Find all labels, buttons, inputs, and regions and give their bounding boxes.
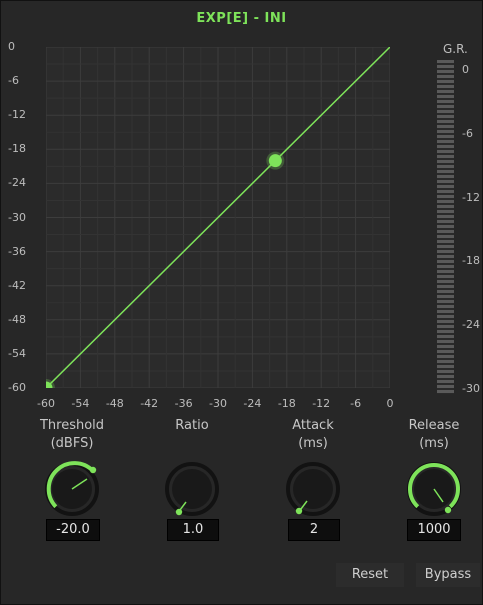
gr-tick-label: -12: [462, 190, 480, 204]
release-label: Release: [408, 418, 460, 433]
y-tick-label: -18: [8, 142, 26, 156]
threshold-knob[interactable]: [43, 460, 101, 518]
y-tick-label: -30: [8, 210, 26, 224]
attack-label: Attack: [292, 418, 334, 433]
x-tick-label: 0: [386, 397, 394, 410]
y-tick-label: -48: [8, 312, 26, 326]
x-tick-label: -18: [277, 397, 296, 410]
x-tick-label: -48: [105, 397, 124, 410]
gr-tick-label: -18: [462, 254, 480, 268]
x-tick-label: -24: [243, 397, 262, 410]
gr-meter-title: G.R.: [443, 42, 468, 56]
x-tick-label: -54: [71, 397, 90, 410]
x-tick-label: -12: [312, 397, 331, 410]
y-tick-label: -36: [8, 244, 26, 258]
attack-value[interactable]: 2: [288, 519, 340, 541]
gr-tick-label: -24: [462, 318, 480, 332]
gr-tick-label: 0: [462, 63, 469, 76]
release-knob[interactable]: [405, 460, 463, 518]
ratio-label: Ratio: [175, 418, 209, 433]
reset-button[interactable]: Reset: [336, 563, 404, 587]
threshold-value[interactable]: -20.0: [46, 519, 100, 541]
x-tick-label: -6: [350, 397, 362, 410]
x-tick-label: -42: [140, 397, 159, 410]
x-tick-label: -30: [209, 397, 227, 410]
release-unit: (ms): [419, 436, 449, 451]
y-tick-label: -54: [8, 346, 26, 360]
attack-knob[interactable]: [284, 460, 342, 518]
y-tick-label: -6: [8, 74, 19, 88]
gr-tick-label: -30: [462, 382, 480, 395]
gain-reduction-meter: [437, 60, 454, 394]
y-tick-label: -12: [8, 108, 26, 122]
ratio-value[interactable]: 1.0: [167, 519, 219, 541]
threshold-unit: (dBFS): [50, 436, 94, 451]
threshold-label: Threshold: [39, 418, 105, 433]
y-tick-label: -42: [8, 278, 26, 292]
ratio-knob[interactable]: [163, 460, 221, 518]
x-tick-label: -36: [174, 397, 193, 410]
curve-handle-threshold[interactable]: [268, 154, 282, 168]
bypass-button[interactable]: Bypass: [416, 563, 480, 587]
gr-tick-label: -6: [462, 126, 473, 140]
x-tick-label: -60: [37, 397, 55, 410]
transfer-curve-graph[interactable]: [46, 47, 390, 388]
y-tick-label: 0: [8, 40, 15, 53]
release-value[interactable]: 1000: [407, 519, 461, 541]
y-tick-label: -24: [8, 176, 26, 190]
y-tick-label: -60: [8, 381, 26, 394]
plugin-title: EXP[E] - INI: [196, 11, 287, 26]
attack-unit: (ms): [298, 436, 328, 451]
